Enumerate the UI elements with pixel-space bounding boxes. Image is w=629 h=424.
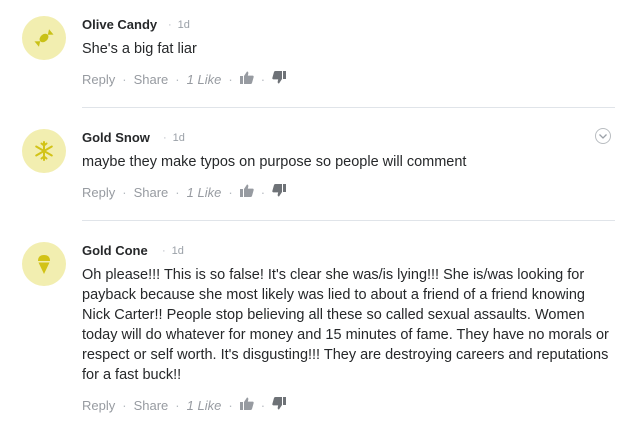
like-count[interactable]: 1 Like	[187, 398, 222, 413]
comment-timestamp: · 1d	[168, 19, 190, 31]
comment-actions: Reply · Share · 1 Like · ·	[82, 397, 287, 413]
comment-text: maybe they make typos on purpose so peop…	[82, 154, 467, 170]
comment-text: She's a big fat liar	[82, 41, 197, 57]
comment-divider	[82, 220, 615, 221]
thumbs-down-icon[interactable]	[272, 71, 287, 87]
comment-actions: Reply · Share · 1 Like · ·	[82, 71, 287, 87]
reply-button[interactable]: Reply	[82, 398, 115, 413]
snowflake-icon	[35, 141, 53, 161]
thumbs-up-icon[interactable]	[239, 184, 254, 200]
chevron-down-icon[interactable]	[595, 128, 611, 144]
thumbs-down-icon[interactable]	[272, 184, 287, 200]
comment-divider	[82, 107, 615, 108]
comment-timestamp: · 1d	[163, 132, 185, 144]
share-button[interactable]: Share	[134, 72, 169, 87]
like-count[interactable]: 1 Like	[187, 185, 222, 200]
share-button[interactable]: Share	[134, 398, 169, 413]
candy-icon	[34, 29, 54, 47]
comment-actions: Reply · Share · 1 Like · ·	[82, 184, 287, 200]
thumbs-down-icon[interactable]	[272, 397, 287, 413]
comment-author[interactable]: Olive Candy	[82, 17, 157, 32]
comment-timestamp: · 1d	[162, 245, 184, 257]
thumbs-up-icon[interactable]	[239, 71, 254, 87]
reply-button[interactable]: Reply	[82, 72, 115, 87]
comment-author[interactable]: Gold Cone	[82, 243, 148, 258]
avatar[interactable]	[22, 242, 66, 286]
comment-author[interactable]: Gold Snow	[82, 130, 150, 145]
like-count[interactable]: 1 Like	[187, 72, 222, 87]
comment-text: Oh please!!! This is so false! It's clea…	[82, 267, 609, 383]
avatar[interactable]	[22, 16, 66, 60]
share-button[interactable]: Share	[134, 185, 169, 200]
avatar[interactable]	[22, 129, 66, 173]
ice-cream-cone-icon	[38, 255, 50, 274]
reply-button[interactable]: Reply	[82, 185, 115, 200]
thumbs-up-icon[interactable]	[239, 397, 254, 413]
